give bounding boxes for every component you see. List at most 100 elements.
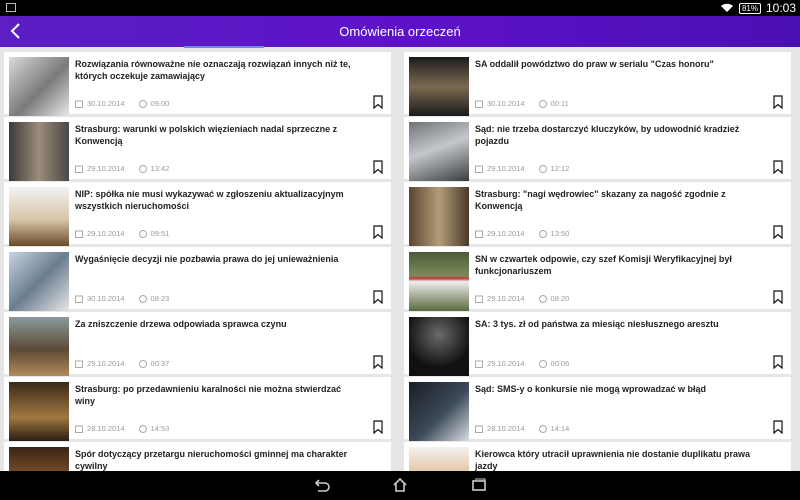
calendar-icon — [75, 165, 83, 173]
bookmark-icon[interactable] — [373, 420, 383, 434]
bookmark-icon[interactable] — [773, 160, 783, 174]
article-time: 00:11 — [550, 99, 569, 108]
article-thumbnail — [9, 122, 69, 181]
article-date: 29.10.2014 — [487, 164, 525, 173]
recent-apps-nav-icon[interactable] — [470, 477, 488, 493]
article-card[interactable]: Wygaśnięcie decyzji nie pozbawia prawa d… — [4, 247, 391, 311]
article-time: 12:12 — [550, 164, 570, 173]
clock-icon — [138, 99, 147, 108]
article-date: 29.10.2014 — [487, 359, 525, 368]
article-date: 28.10.2014 — [487, 424, 525, 433]
article-time: 08:20 — [550, 294, 570, 303]
article-time: 13:50 — [550, 229, 570, 238]
bookmark-icon[interactable] — [373, 160, 383, 174]
article-thumbnail — [409, 252, 469, 311]
article-thumbnail — [9, 57, 69, 116]
article-title: Wygaśnięcie decyzji nie pozbawia prawa d… — [75, 254, 339, 264]
clock-icon — [138, 294, 147, 303]
calendar-icon — [475, 230, 483, 238]
clock-icon — [538, 424, 547, 433]
calendar-icon — [475, 295, 483, 303]
clock-icon — [138, 164, 147, 173]
back-nav-icon[interactable] — [312, 477, 330, 493]
article-title: Rozwiązania równoważne nie oznaczają roz… — [75, 59, 351, 81]
wifi-icon — [720, 3, 733, 12]
clock-icon — [538, 99, 547, 108]
bookmark-icon[interactable] — [773, 290, 783, 304]
article-title: Strasburg: warunki w polskich więzieniac… — [75, 124, 338, 146]
article-thumbnail — [9, 252, 69, 311]
calendar-icon — [75, 425, 83, 433]
article-list: Rozwiązania równoważne nie oznaczają roz… — [0, 47, 800, 471]
article-date: 28.10.2014 — [87, 424, 125, 433]
article-title: SA: 3 tys. zł od państwa za miesiąc nies… — [475, 319, 719, 329]
article-title: Strasburg: po przedawnieniu karalności n… — [75, 384, 342, 406]
article-date: 29.10.2014 — [87, 229, 125, 238]
app-bar: Omówienia orzeczeń — [0, 16, 800, 47]
article-title: Sąd: SMS-y o konkursie nie mogą wprowadz… — [475, 384, 707, 394]
article-date: 30.10.2014 — [487, 99, 525, 108]
clock-icon — [538, 164, 547, 173]
article-card[interactable]: Strasburg: warunki w polskich więzieniac… — [4, 117, 391, 181]
article-card[interactable]: Rozwiązania równoważne nie oznaczają roz… — [4, 52, 391, 116]
calendar-icon — [75, 100, 83, 108]
bookmark-icon[interactable] — [373, 95, 383, 109]
bookmark-icon[interactable] — [373, 290, 383, 304]
article-card[interactable]: Spór dotyczący przetargu nieruchomości g… — [4, 442, 391, 471]
bookmark-icon[interactable] — [773, 95, 783, 109]
article-card[interactable]: Za zniszczenie drzewa odpowiada sprawca … — [4, 312, 391, 376]
article-card[interactable]: Sąd: nie trzeba dostarczyć kluczyków, by… — [404, 117, 791, 181]
article-date: 29.10.2014 — [487, 229, 525, 238]
article-title: Spór dotyczący przetargu nieruchomości g… — [75, 449, 348, 471]
article-title: Kierowca który utracił uprawnienia nie d… — [475, 449, 751, 471]
article-thumbnail — [409, 447, 469, 471]
article-date: 30.10.2014 — [87, 294, 125, 303]
gallery-notification-icon — [6, 3, 16, 12]
status-bar: 81% 10:03 — [0, 0, 800, 16]
calendar-icon — [75, 360, 83, 368]
calendar-icon — [75, 295, 83, 303]
article-thumbnail — [409, 317, 469, 376]
bookmark-icon[interactable] — [373, 355, 383, 369]
article-card[interactable]: Strasburg: po przedawnieniu karalności n… — [4, 377, 391, 441]
article-time: 00:06 — [550, 359, 570, 368]
article-card[interactable]: Sąd: SMS-y o konkursie nie mogą wprowadz… — [404, 377, 791, 441]
article-thumbnail — [9, 447, 69, 471]
clock-icon — [138, 424, 147, 433]
article-title: SN w czwartek odpowie, czy szef Komisji … — [475, 254, 732, 276]
article-date: 29.10.2014 — [87, 164, 125, 173]
home-nav-icon[interactable] — [391, 477, 409, 493]
article-card[interactable]: SA: 3 tys. zł od państwa za miesiąc nies… — [404, 312, 791, 376]
article-title: Sąd: nie trzeba dostarczyć kluczyków, by… — [475, 124, 740, 146]
clock-icon — [538, 229, 547, 238]
article-card[interactable]: SA oddalił powództwo do praw w serialu "… — [404, 52, 791, 116]
calendar-icon — [75, 230, 83, 238]
article-thumbnail — [9, 187, 69, 246]
bookmark-icon[interactable] — [773, 420, 783, 434]
article-thumbnail — [409, 122, 469, 181]
calendar-icon — [475, 360, 483, 368]
article-time: 00:37 — [150, 359, 170, 368]
calendar-icon — [475, 100, 483, 108]
article-time: 08:23 — [150, 294, 170, 303]
article-thumbnail — [9, 382, 69, 441]
article-thumbnail — [409, 187, 469, 246]
article-card[interactable]: NIP: spółka nie musi wykazywać w zgłosze… — [4, 182, 391, 246]
system-navigation-bar — [0, 471, 800, 500]
page-title: Omówienia orzeczeń — [339, 24, 461, 39]
article-date: 29.10.2014 — [87, 359, 125, 368]
article-card[interactable]: Kierowca który utracił uprawnienia nie d… — [404, 442, 791, 471]
article-card[interactable]: Strasburg: "nagi wędrowiec" skazany za n… — [404, 182, 791, 246]
bookmark-icon[interactable] — [773, 355, 783, 369]
clock-icon — [138, 359, 147, 368]
article-time: 13:42 — [150, 164, 170, 173]
article-time: 14:53 — [150, 424, 170, 433]
clock-icon — [538, 359, 547, 368]
bookmark-icon[interactable] — [373, 225, 383, 239]
article-title: NIP: spółka nie musi wykazywać w zgłosze… — [75, 189, 344, 211]
article-card[interactable]: SN w czwartek odpowie, czy szef Komisji … — [404, 247, 791, 311]
clock-icon — [138, 229, 147, 238]
article-thumbnail — [409, 57, 469, 116]
bookmark-icon[interactable] — [773, 225, 783, 239]
article-thumbnail — [9, 317, 69, 376]
